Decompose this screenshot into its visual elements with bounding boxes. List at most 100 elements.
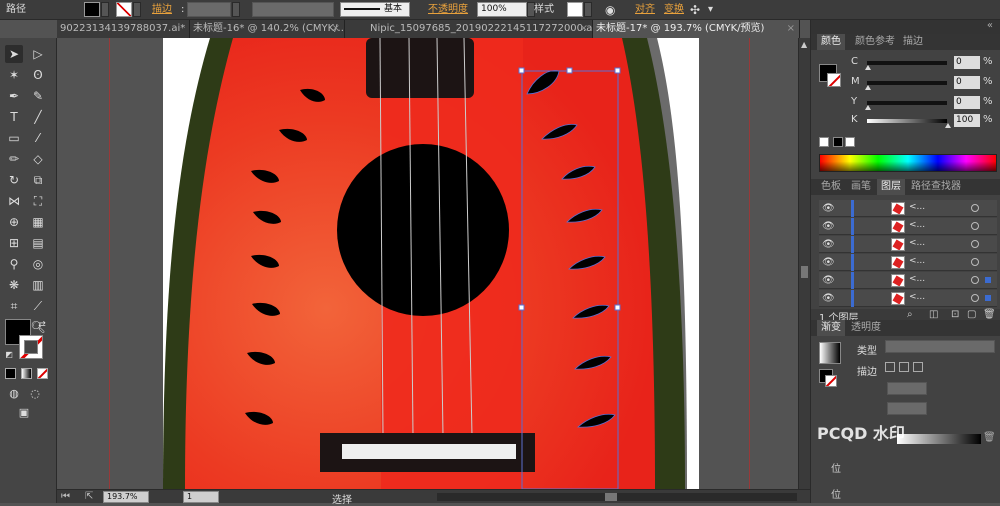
- color-mode-icon[interactable]: [5, 368, 16, 379]
- eraser-tool-icon[interactable]: ◇: [29, 150, 47, 168]
- style-arrow[interactable]: [584, 2, 592, 17]
- opacity-label[interactable]: 不透明度: [428, 2, 468, 18]
- delete-layer-icon[interactable]: 🗑︎: [983, 309, 996, 320]
- brush-style-dropdown[interactable]: 基本: [340, 2, 410, 17]
- tab-gradient[interactable]: 渐变: [817, 320, 845, 336]
- gradient-preview[interactable]: [819, 342, 841, 364]
- white-swatch[interactable]: [845, 137, 855, 147]
- color-spectrum[interactable]: [819, 154, 997, 172]
- magenta-slider[interactable]: M 0 %: [851, 76, 996, 90]
- gradient-type-dropdown[interactable]: [885, 340, 995, 353]
- close-icon[interactable]: ×: [580, 20, 588, 38]
- scroll-up-icon[interactable]: ▲: [801, 40, 807, 49]
- canvas-area[interactable]: [57, 38, 798, 489]
- close-icon[interactable]: ×: [332, 20, 340, 38]
- tab-stroke[interactable]: 描边: [899, 34, 927, 50]
- artboard-nav-icon[interactable]: ⇱: [85, 491, 93, 502]
- tab-color-guide[interactable]: 颜色参考: [851, 34, 899, 50]
- scale-tool-icon[interactable]: ⧉: [29, 171, 47, 189]
- eye-icon[interactable]: 👁︎: [822, 221, 835, 232]
- magenta-value[interactable]: 0: [954, 76, 980, 89]
- draw-mode-icon[interactable]: ◍: [5, 384, 23, 402]
- new-sublayer-icon[interactable]: ⊡: [951, 309, 959, 320]
- variable-width-dropdown[interactable]: [252, 2, 334, 17]
- black-swatch[interactable]: [833, 137, 843, 147]
- zoom-field[interactable]: 193.7%: [103, 491, 149, 503]
- direct-selection-tool-icon[interactable]: ▷: [29, 45, 47, 63]
- target-icon[interactable]: [971, 204, 979, 212]
- tab-doc-3[interactable]: Nipic_15097685_20190222145117272000.ai* ×: [345, 20, 593, 38]
- layer-row[interactable]: 👁︎ <...: [819, 272, 997, 289]
- draw-behind-icon[interactable]: ◌: [26, 384, 44, 402]
- transform-link[interactable]: 变换: [664, 2, 684, 18]
- horizontal-scrollbar[interactable]: [437, 493, 797, 501]
- clipping-mask-icon[interactable]: ◫: [929, 309, 938, 320]
- eye-icon[interactable]: 👁︎: [822, 239, 835, 250]
- tab-doc-1[interactable]: 90223134139788037.ai*: [57, 20, 190, 38]
- screen-mode-icon[interactable]: ▣: [15, 403, 33, 421]
- tab-transparency[interactable]: 透明度: [847, 320, 885, 336]
- target-icon[interactable]: [971, 240, 979, 248]
- type-tool-icon[interactable]: T: [5, 108, 23, 126]
- rectangle-tool-icon[interactable]: ▭: [5, 129, 23, 147]
- eye-icon[interactable]: 👁︎: [822, 275, 835, 286]
- collapse-panels-icon[interactable]: «: [987, 20, 993, 31]
- stroke-swatch[interactable]: [116, 2, 132, 17]
- selected-indicator[interactable]: [985, 277, 991, 283]
- cyan-slider[interactable]: C 0 %: [851, 56, 996, 70]
- opacity-field[interactable]: 100%: [477, 2, 527, 17]
- eye-icon[interactable]: 👁︎: [822, 257, 835, 268]
- artboard-number-field[interactable]: 1: [183, 491, 219, 503]
- slice-tool-icon[interactable]: ⟋: [29, 297, 47, 315]
- free-transform-tool-icon[interactable]: ⛶: [29, 192, 47, 210]
- black-slider[interactable]: K 100 %: [851, 114, 996, 128]
- width-tool-icon[interactable]: ⋈: [5, 192, 23, 210]
- mesh-tool-icon[interactable]: ⊞: [5, 234, 23, 252]
- selected-indicator[interactable]: [985, 295, 991, 301]
- hscroll-thumb[interactable]: [605, 493, 617, 501]
- sound-hole[interactable]: [337, 144, 509, 316]
- swap-fill-stroke-icon[interactable]: ⇄: [36, 319, 48, 331]
- shape-builder-tool-icon[interactable]: ⊕: [5, 213, 23, 231]
- fill-dropdown-arrow[interactable]: [101, 2, 109, 17]
- target-icon[interactable]: [971, 294, 979, 302]
- pen-tool-icon[interactable]: ✒: [5, 87, 23, 105]
- tab-pathfinder[interactable]: 路径查找器: [907, 179, 965, 195]
- line-tool-icon[interactable]: ╱: [29, 108, 47, 126]
- tab-brushes[interactable]: 画笔: [847, 179, 875, 195]
- tab-layers[interactable]: 图层: [877, 179, 905, 195]
- stroke-weight-field[interactable]: [187, 2, 231, 17]
- layer-row[interactable]: 👁︎ <...: [819, 290, 997, 307]
- none-mode-icon[interactable]: [37, 368, 48, 379]
- target-icon[interactable]: [971, 222, 979, 230]
- gradient-stroke-box[interactable]: [825, 375, 837, 387]
- gradient-aspect-field[interactable]: [887, 402, 927, 415]
- gradient-angle-field[interactable]: [887, 382, 927, 395]
- scroll-thumb[interactable]: [801, 266, 808, 278]
- stroke-label[interactable]: 描边: [152, 2, 172, 18]
- yellow-value[interactable]: 0: [954, 96, 980, 109]
- delete-stop-icon[interactable]: 🗑︎: [983, 432, 996, 443]
- target-icon[interactable]: [971, 276, 979, 284]
- stroke-color-box[interactable]: [19, 335, 43, 359]
- perspective-grid-tool-icon[interactable]: ▦: [29, 213, 47, 231]
- locate-object-icon[interactable]: ⌕: [907, 309, 913, 320]
- close-icon[interactable]: ×: [787, 20, 795, 38]
- none-swatch[interactable]: [819, 137, 829, 147]
- layer-row[interactable]: 👁︎ <...: [819, 200, 997, 217]
- column-graph-tool-icon[interactable]: ▥: [29, 276, 47, 294]
- black-value[interactable]: 100: [954, 114, 980, 127]
- pencil-tool-icon[interactable]: ✏: [5, 150, 23, 168]
- eye-icon[interactable]: 👁︎: [822, 203, 835, 214]
- align-link[interactable]: 对齐: [635, 2, 655, 18]
- style-swatch[interactable]: [567, 2, 583, 17]
- stroke-dropdown-arrow[interactable]: [133, 2, 141, 17]
- nav-first-icon[interactable]: ⏮: [61, 491, 70, 502]
- recolor-icon[interactable]: ◉: [605, 2, 615, 18]
- isolate-icon[interactable]: ✣: [690, 2, 700, 18]
- tab-doc-4[interactable]: 未标题-17* @ 193.7% (CMYK/预览) ×: [593, 20, 800, 38]
- new-layer-icon[interactable]: ▢: [967, 309, 976, 320]
- stroke-weight-arrow[interactable]: [232, 2, 240, 17]
- color-stroke-box[interactable]: [827, 73, 841, 87]
- fill-swatch[interactable]: [84, 2, 100, 17]
